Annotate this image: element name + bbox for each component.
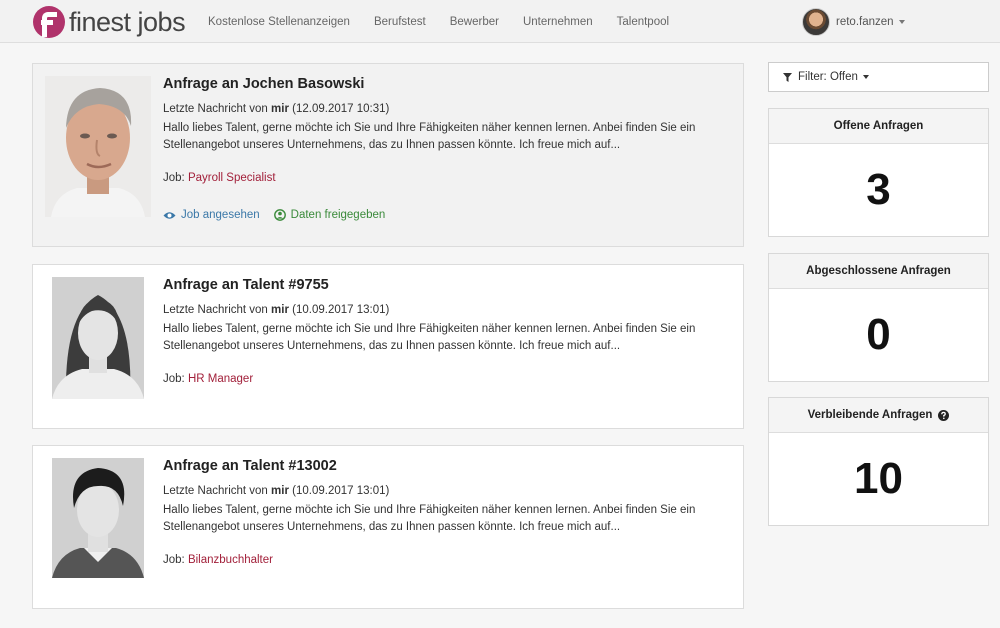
eye-icon (163, 211, 176, 219)
brand-logo-text: finest jobs (69, 6, 186, 37)
nav-item-bewerber[interactable]: Bewerber (450, 16, 499, 28)
brand-logo[interactable]: finest jobs (33, 5, 186, 39)
job-label: Job: (163, 172, 185, 184)
request-card[interactable]: Anfrage an Talent #9755 Letzte Nachricht… (32, 264, 744, 429)
meta-prefix: Letzte Nachricht von (163, 304, 268, 316)
request-card[interactable]: Anfrage an Talent #13002 Letzte Nachrich… (32, 445, 744, 609)
job-link[interactable]: Bilanzbuchhalter (188, 554, 273, 566)
chevron-down-icon (898, 20, 905, 24)
stat-open-requests: Offene Anfragen 3 (768, 108, 989, 237)
talent-photo-placeholder (52, 458, 144, 578)
filter-icon (783, 72, 792, 82)
talent-photo-placeholder (52, 277, 144, 399)
request-job: Job: Bilanzbuchhalter (163, 554, 273, 566)
request-meta: Letzte Nachricht von mir (10.09.2017 13:… (163, 304, 389, 316)
request-meta: Letzte Nachricht von mir (10.09.2017 13:… (163, 485, 389, 497)
request-title[interactable]: Anfrage an Talent #9755 (163, 277, 329, 293)
request-job: Job: HR Manager (163, 373, 253, 385)
job-label: Job: (163, 554, 185, 566)
request-meta: Letzte Nachricht von mir (12.09.2017 10:… (163, 103, 389, 115)
nav-item-stellenanzeigen[interactable]: Kostenlose Stellenanzeigen (208, 16, 350, 28)
question-circle-icon[interactable] (938, 409, 950, 421)
stat-value: 10 (854, 454, 903, 503)
meta-date: (10.09.2017 13:01) (292, 304, 390, 316)
brand-logo-mark (33, 6, 65, 38)
nav-item-unternehmen[interactable]: Unternehmen (523, 16, 593, 28)
meta-sender: mir (271, 485, 289, 497)
user-circle-icon (273, 209, 286, 221)
job-label: Job: (163, 373, 185, 385)
meta-date: (10.09.2017 13:01) (292, 485, 390, 497)
filter-label: Filter: Offen (798, 71, 858, 83)
job-link[interactable]: Payroll Specialist (188, 172, 276, 184)
stat-value: 0 (866, 310, 891, 359)
job-viewed-status: Job angesehen (163, 209, 260, 221)
talent-photo (45, 76, 151, 217)
request-message-preview: Hallo liebes Talent, gerne möchte ich Si… (163, 122, 696, 151)
stat-label: Verbleibende Anfragen (769, 398, 988, 433)
avatar (802, 8, 830, 36)
data-shared-label: Daten freigegeben (290, 209, 386, 221)
data-shared-status: Daten freigegeben (273, 209, 386, 221)
chevron-down-icon (862, 75, 869, 79)
main-nav: Kostenlose Stellenanzeigen Berufstest Be… (208, 0, 693, 43)
stat-value: 3 (866, 165, 891, 214)
nav-item-berufstest[interactable]: Berufstest (374, 16, 426, 28)
request-message-preview: Hallo liebes Talent, gerne möchte ich Si… (163, 504, 696, 533)
request-status-actions: Job angesehen Daten freigegeben (163, 209, 399, 221)
stat-label-text: Verbleibende Anfragen (807, 409, 933, 421)
request-message-preview: Hallo liebes Talent, gerne möchte ich Si… (163, 323, 696, 352)
stat-label-text: Offene Anfragen (833, 120, 924, 132)
stat-closed-requests: Abgeschlossene Anfragen 0 (768, 253, 989, 382)
meta-prefix: Letzte Nachricht von (163, 485, 268, 497)
meta-prefix: Letzte Nachricht von (163, 103, 268, 115)
job-link[interactable]: HR Manager (188, 373, 253, 385)
nav-item-talentpool[interactable]: Talentpool (617, 16, 669, 28)
stat-label-text: Abgeschlossene Anfragen (806, 265, 951, 277)
job-viewed-label: Job angesehen (181, 209, 260, 221)
request-title[interactable]: Anfrage an Talent #13002 (163, 458, 337, 474)
meta-sender: mir (271, 103, 289, 115)
request-title[interactable]: Anfrage an Jochen Basowski (163, 76, 364, 92)
user-name: reto.fanzen (836, 16, 894, 28)
stat-label: Abgeschlossene Anfragen (769, 254, 988, 289)
filter-dropdown[interactable]: Filter: Offen (768, 62, 989, 92)
stat-remaining-requests: Verbleibende Anfragen 10 (768, 397, 989, 526)
stat-label: Offene Anfragen (769, 109, 988, 144)
meta-date: (12.09.2017 10:31) (292, 103, 390, 115)
top-navbar: finest jobs Kostenlose Stellenanzeigen B… (0, 0, 1000, 43)
request-card[interactable]: Anfrage an Jochen Basowski Letzte Nachri… (32, 63, 744, 247)
meta-sender: mir (271, 304, 289, 316)
request-job: Job: Payroll Specialist (163, 172, 276, 184)
user-menu[interactable]: reto.fanzen (802, 8, 905, 36)
